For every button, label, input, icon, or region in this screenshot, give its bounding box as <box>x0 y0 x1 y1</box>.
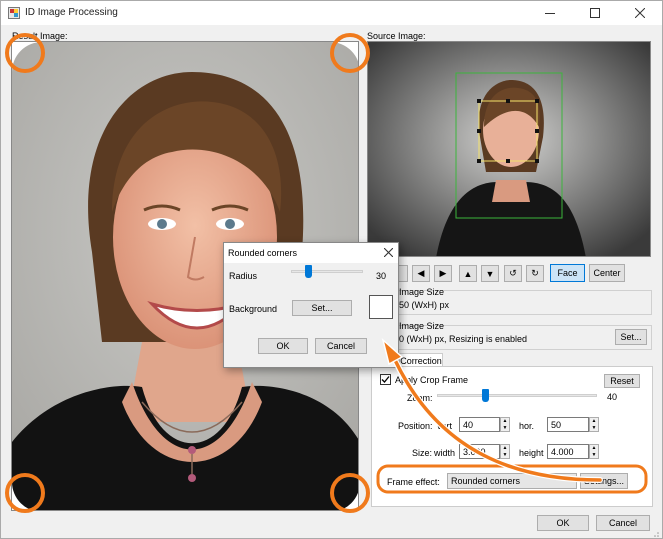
cancel-button[interactable]: Cancel <box>596 515 650 531</box>
move-up-button[interactable]: ▲ <box>459 265 477 282</box>
close-icon <box>634 8 645 18</box>
tab-correction[interactable]: Correction <box>399 353 443 367</box>
zoom-label: Zoom: <box>407 393 433 403</box>
center-button[interactable]: Center <box>589 264 625 282</box>
background-set-button[interactable]: Set... <box>292 300 352 316</box>
width-label: width <box>434 448 456 458</box>
zoom-value: 40 <box>607 392 618 402</box>
size-label: Size: <box>412 448 433 458</box>
close-button[interactable] <box>617 1 662 25</box>
main-window: ID Image Processing Result Image: Source… <box>0 0 663 539</box>
frame-effect-label: Frame effect: <box>387 477 440 487</box>
apply-crop-label: Apply Crop Frame <box>395 375 469 385</box>
move-left-button[interactable]: ◀ <box>412 265 430 282</box>
ok-button[interactable]: OK <box>537 515 589 531</box>
radius-slider-thumb[interactable] <box>305 265 313 278</box>
maximize-icon <box>589 8 600 18</box>
minimize-button[interactable] <box>527 1 572 25</box>
rotate-left-button[interactable]: ↺ <box>504 265 522 282</box>
apply-crop-checkbox[interactable] <box>380 374 391 385</box>
face-button[interactable]: Face <box>550 264 585 282</box>
app-icon <box>8 7 20 19</box>
dialog-cancel-button[interactable]: Cancel <box>315 338 367 354</box>
height-stepper[interactable]: ▲ ▼ <box>589 444 599 459</box>
background-label: Background <box>229 304 278 314</box>
vert-stepper[interactable]: ▲ ▼ <box>500 417 510 432</box>
dialog-ok-button[interactable]: OK <box>258 338 308 354</box>
resize-settings-button[interactable]: Set... <box>615 329 647 345</box>
radius-value: 30 <box>376 271 387 281</box>
width-stepper[interactable]: ▲ ▼ <box>500 444 510 459</box>
background-color-swatch[interactable] <box>369 295 393 319</box>
hor-stepper[interactable]: ▲ ▼ <box>589 417 599 432</box>
rotate-right-button[interactable]: ↻ <box>526 265 544 282</box>
height-input[interactable]: 4.000 <box>547 444 589 459</box>
result-image-size-value: 0 (WxH) px, Resizing is enabled <box>399 334 528 344</box>
result-image-label: Result Image: <box>12 31 68 41</box>
position-label: Position: <box>398 421 433 431</box>
source-image-size-value: 50 (WxH) px <box>399 300 450 310</box>
window-title: ID Image Processing <box>25 7 118 18</box>
rounded-corners-dialog: Rounded corners Radius 30 Background Set… <box>223 242 399 368</box>
dialog-title-bar: Rounded corners <box>224 243 398 263</box>
zoom-slider-track[interactable] <box>437 394 597 397</box>
result-image-size-title: Image Size <box>399 321 445 331</box>
source-photo <box>368 42 650 256</box>
move-down-button[interactable]: ▼ <box>481 265 499 282</box>
hor-input[interactable]: 50 <box>547 417 589 432</box>
width-input[interactable]: 3.000 <box>459 444 500 459</box>
radius-label: Radius <box>229 271 258 281</box>
frame-effect-select[interactable]: Rounded corners <box>447 473 577 489</box>
radius-slider-track[interactable] <box>291 270 363 273</box>
maximize-button[interactable] <box>572 1 617 25</box>
resize-grip-icon[interactable] <box>652 530 660 538</box>
source-image-label: Source Image: <box>367 31 426 41</box>
move-right-button[interactable]: ▶ <box>434 265 452 282</box>
minimize-icon <box>544 13 555 14</box>
reset-button[interactable]: Reset <box>604 374 640 388</box>
hor-label: hor. <box>519 421 535 431</box>
source-image <box>367 41 651 257</box>
checkmark-icon <box>381 376 390 383</box>
dialog-close-icon[interactable] <box>384 248 393 257</box>
vert-input[interactable]: 40 <box>459 417 500 432</box>
height-label: height <box>519 448 544 458</box>
dialog-title: Rounded corners <box>228 248 298 258</box>
title-bar: ID Image Processing <box>1 1 662 25</box>
zoom-slider-thumb[interactable] <box>482 389 489 402</box>
source-image-size-title: Image Size <box>399 287 445 297</box>
vert-label: vert <box>437 421 453 431</box>
frame-settings-button[interactable]: Settings... <box>580 473 628 489</box>
